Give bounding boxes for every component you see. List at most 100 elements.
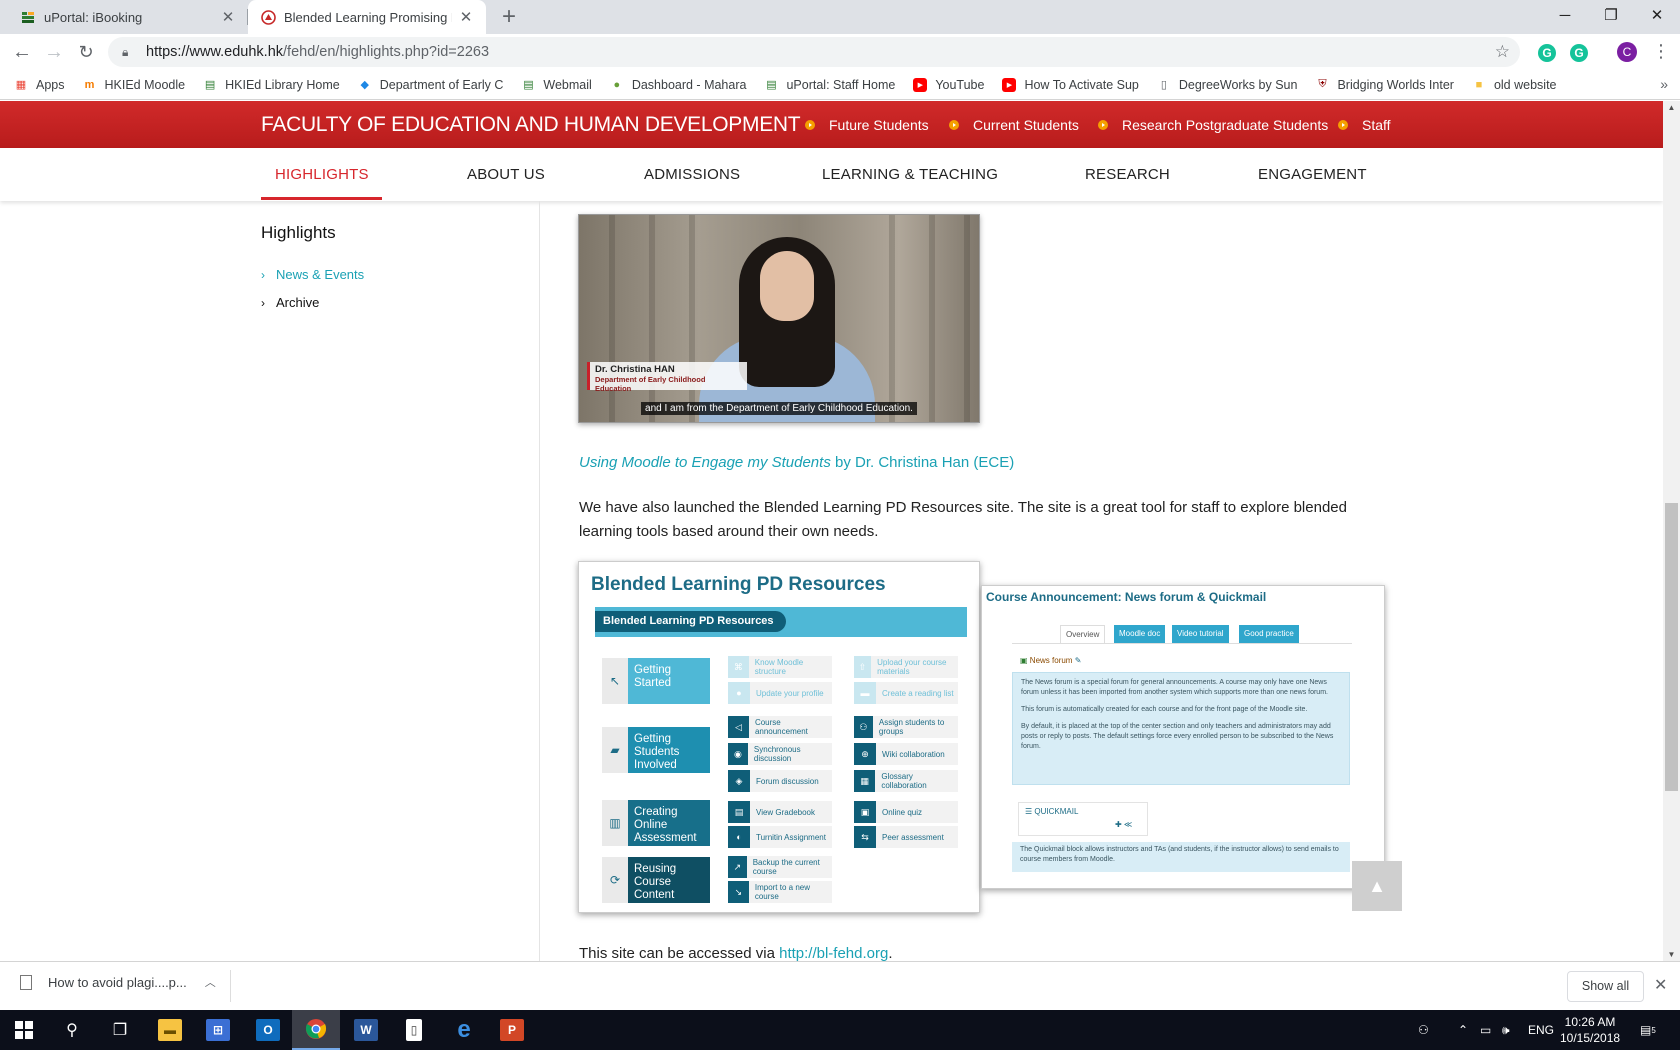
speaker-department: Department of Early Childhood Education xyxy=(595,375,706,393)
globe-icon: ⊕ xyxy=(854,743,876,765)
access-line: This site can be accessed via http://bl-… xyxy=(579,945,893,961)
clock-time: 10:26 AM xyxy=(1564,1015,1616,1029)
close-window-icon[interactable]: ✕ xyxy=(1634,0,1680,30)
network-icon[interactable]: ▭ xyxy=(1480,1010,1491,1050)
nav-learning-teaching[interactable]: LEARNING & TEACHING xyxy=(822,166,998,183)
chevron-up-icon[interactable]: ︿ xyxy=(205,974,216,990)
page-scrollbar[interactable]: ▲ ▼ xyxy=(1663,101,1680,961)
close-tab-icon[interactable]: ✕ xyxy=(220,8,236,26)
new-tab-button[interactable]: + xyxy=(496,4,522,30)
download-bar: How to avoid plagi....p... ︿ Show all ✕ xyxy=(0,961,1680,1010)
pd-category-creating-online-assessment: ▥ Creating Online Assessment xyxy=(602,800,710,846)
back-arrow-icon[interactable]: ← xyxy=(10,40,34,64)
profile-avatar[interactable]: C xyxy=(1617,42,1637,62)
bookmark-webmail[interactable]: ▤ Webmail xyxy=(521,78,592,92)
arrow-bullet-icon xyxy=(1338,120,1348,130)
bl-fehd-link[interactable]: http://bl-fehd.org xyxy=(779,945,888,961)
forum-icon: ▣ xyxy=(1020,656,1028,665)
word-icon[interactable]: W xyxy=(342,1010,390,1050)
people-icon[interactable]: ⚇ xyxy=(1418,1010,1429,1050)
store-icon[interactable]: ⊞ xyxy=(194,1010,242,1050)
body-paragraph: We have also launched the Blended Learni… xyxy=(579,499,1347,540)
bookmark-youtube[interactable]: ▶ YouTube xyxy=(913,77,984,92)
speaker-face xyxy=(760,251,814,321)
top-link-current-students[interactable]: Current Students xyxy=(949,117,1079,133)
file-explorer-icon[interactable]: ▬ xyxy=(146,1010,194,1050)
group-icon: ⚇ xyxy=(854,716,873,738)
move-icons: ✚ ≪ xyxy=(1115,820,1133,829)
task-view-icon[interactable]: ❐ xyxy=(96,1010,144,1050)
forward-arrow-icon[interactable]: → xyxy=(42,40,66,64)
address-bar[interactable]: 🔒︎ https://www.eduhk.hk/fehd/en/highligh… xyxy=(108,37,1520,67)
tab-blended-learning[interactable]: Blended Learning Promising Prac ✕ xyxy=(248,0,486,34)
top-link-staff[interactable]: Staff xyxy=(1338,117,1391,133)
windows-start-icon[interactable] xyxy=(0,1010,48,1050)
scroll-up-arrow-icon[interactable]: ▲ xyxy=(1663,103,1680,112)
bookmark-bridging-worlds[interactable]: ⛨ Bridging Worlds Inter xyxy=(1315,78,1454,92)
bookmark-star-icon[interactable]: ☆ xyxy=(1495,42,1510,62)
sidebar-link-news-events[interactable]: › News & Events xyxy=(261,267,364,282)
bookmark-apps[interactable]: ▦ Apps xyxy=(14,78,65,92)
search-icon[interactable]: ⚲ xyxy=(48,1010,96,1050)
input-language[interactable]: ENG xyxy=(1528,1010,1554,1050)
close-tab-icon[interactable]: ✕ xyxy=(458,8,474,26)
bookmark-mahara[interactable]: ● Dashboard - Mahara xyxy=(610,78,746,92)
video-caption-author: by Dr. Christina Han (ECE) xyxy=(830,454,1015,471)
bookmark-department[interactable]: ◆ Department of Early C xyxy=(358,78,504,92)
forum-icon: ◈ xyxy=(728,770,750,792)
speaker-lower-third: Dr. Christina HAN Department of Early Ch… xyxy=(587,362,747,393)
nav-engagement[interactable]: ENGAGEMENT xyxy=(1258,166,1367,183)
top-link-future-students[interactable]: Future Students xyxy=(805,117,929,133)
powerpoint-icon[interactable]: P xyxy=(488,1010,536,1050)
notification-center-icon[interactable]: ▤ 5 xyxy=(1640,1010,1656,1050)
download-item[interactable]: How to avoid plagi....p... ︿ xyxy=(20,974,216,990)
pd-item-know-moodle: ⌘ Know Moodle structure xyxy=(728,656,832,678)
document-icon[interactable]: ▯ xyxy=(390,1010,438,1050)
turnitin-icon: ◐ xyxy=(728,826,750,848)
nav-admissions[interactable]: ADMISSIONS xyxy=(644,166,740,183)
back-to-top-button[interactable]: ▲ xyxy=(1352,861,1402,911)
chat-icon: ◉ xyxy=(728,743,748,765)
eduhk-icon: ▤ xyxy=(766,79,777,91)
chrome-icon[interactable] xyxy=(292,1010,340,1050)
edge-icon[interactable]: e xyxy=(440,1010,488,1050)
grammarly-active-extension-icon[interactable]: G xyxy=(1570,44,1588,62)
video-player[interactable]: Dr. Christina HAN Department of Early Ch… xyxy=(578,214,980,423)
import-icon: ↘ xyxy=(728,881,749,903)
scroll-down-arrow-icon[interactable]: ▼ xyxy=(1663,950,1680,959)
more-bookmarks-icon[interactable]: » xyxy=(1660,76,1668,92)
bookmark-how-to-activate[interactable]: ▶ How To Activate Sup xyxy=(1002,77,1139,92)
video-caption-link[interactable]: Using Moodle to Engage my Students xyxy=(579,454,831,471)
pd-item-wiki-collaboration: ⊕ Wiki collaboration xyxy=(854,743,958,765)
show-all-button[interactable]: Show all xyxy=(1567,971,1644,1002)
bookmark-old-website[interactable]: ■ old website xyxy=(1472,78,1557,92)
video-subtitle: and I am from the Department of Early Ch… xyxy=(579,398,979,416)
nav-about-us[interactable]: ABOUT US xyxy=(467,166,545,183)
bookmark-degreeworks[interactable]: ▯ DegreeWorks by Sun xyxy=(1157,78,1298,92)
bookmark-hkied-moodle[interactable]: m HKIEd Moodle xyxy=(83,78,186,92)
restore-icon[interactable]: ❐ xyxy=(1588,0,1634,30)
nav-highlights[interactable]: HIGHLIGHTS xyxy=(275,166,369,183)
outlook-icon[interactable]: O xyxy=(244,1010,292,1050)
minimize-icon[interactable]: ─ xyxy=(1542,0,1588,30)
scrollbar-thumb[interactable] xyxy=(1665,503,1678,791)
quiz-icon: ▣ xyxy=(854,801,876,823)
ann-tab-good-practice: Good practice xyxy=(1239,625,1299,643)
close-download-bar-icon[interactable]: ✕ xyxy=(1654,975,1667,995)
edit-pencil-icon: ✎ xyxy=(1074,656,1082,665)
bookmark-uportal[interactable]: ▤ uPortal: Staff Home xyxy=(764,78,895,92)
nav-research[interactable]: RESEARCH xyxy=(1085,166,1170,183)
reload-icon[interactable]: ↻ xyxy=(74,40,98,64)
sidebar-link-archive[interactable]: › Archive xyxy=(261,295,319,310)
grammarly-extension-icon[interactable]: G xyxy=(1538,44,1556,62)
tray-overflow-icon[interactable]: ⌃ xyxy=(1458,1010,1468,1050)
bookmark-library[interactable]: ▤ HKIEd Library Home xyxy=(203,78,340,92)
top-link-research-postgraduate[interactable]: Research Postgraduate Students xyxy=(1098,117,1328,133)
system-clock[interactable]: 10:26 AM 10/15/2018 xyxy=(1560,1014,1620,1046)
volume-icon[interactable]: 🕪︎ xyxy=(1502,1010,1510,1050)
pd-item-course-announcement: ◁ Course announcement xyxy=(728,716,832,738)
tab-uportal-ibooking[interactable]: uPortal: iBooking ✕ xyxy=(8,0,248,34)
sidebar-title: Highlights xyxy=(261,223,336,242)
faculty-title[interactable]: FACULTY OF EDUCATION AND HUMAN DEVELOPME… xyxy=(261,113,801,137)
chrome-menu-icon[interactable]: ⋮ xyxy=(1652,42,1670,60)
